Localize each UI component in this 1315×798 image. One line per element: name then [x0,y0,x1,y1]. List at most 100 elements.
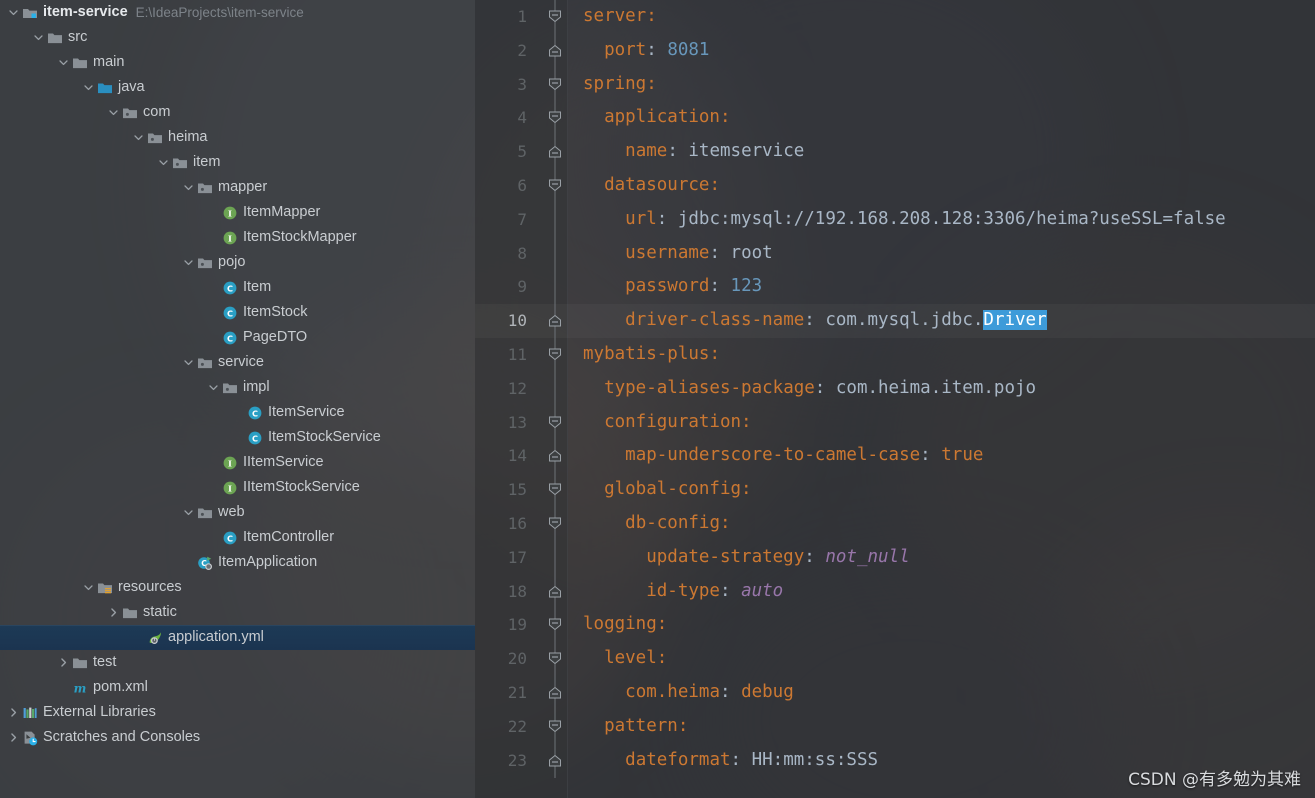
fold-marker-icon[interactable] [547,337,567,372]
code-line[interactable]: 16 db-config: [475,506,1315,541]
tree-item-itemstock[interactable]: C ItemStock [0,300,475,325]
fold-marker-icon[interactable] [547,101,567,136]
chevron-down-icon[interactable] [6,0,21,25]
svg-text:I: I [228,483,232,493]
tree-item-pojo[interactable]: pojo [0,250,475,275]
code-line[interactable]: 20 level: [475,642,1315,677]
fold-marker-icon[interactable] [547,709,567,744]
chevron-down-icon[interactable] [81,75,96,100]
tree-item-external-libraries[interactable]: External Libraries [0,700,475,725]
fold-marker-icon[interactable] [547,439,567,474]
chevron-down-icon[interactable] [181,250,196,275]
fold-marker-icon[interactable] [547,135,567,170]
code-line[interactable]: 11 mybatis-plus: [475,337,1315,372]
fold-marker-icon[interactable] [547,642,567,677]
tree-item-label: static [143,604,177,620]
tree-item-java[interactable]: java [0,75,475,100]
tree-item-itemmapper[interactable]: I ItemMapper [0,200,475,225]
code-line[interactable]: 22 pattern: [475,709,1315,744]
chevron-down-icon[interactable] [156,150,171,175]
chevron-down-icon[interactable] [181,500,196,525]
chevron-right-icon[interactable] [106,600,121,625]
code-line[interactable]: 6 datasource: [475,168,1315,203]
chevron-down-icon[interactable] [56,50,71,75]
chevron-right-icon[interactable] [6,725,21,750]
tree-item-impl[interactable]: impl [0,375,475,400]
code-line[interactable]: 5 name: itemservice [475,135,1315,170]
class-icon: C [246,400,264,425]
tree-item-main[interactable]: main [0,50,475,75]
code-line[interactable]: 8 username: root [475,236,1315,271]
fold-marker-icon[interactable] [547,67,567,102]
fold-marker-icon[interactable] [547,743,567,778]
tree-item-scratches-and-consoles[interactable]: Scratches and Consoles [0,725,475,750]
chevron-down-icon[interactable] [106,100,121,125]
fold-marker-icon[interactable] [547,608,567,643]
code-line[interactable]: 21 com.heima: debug [475,675,1315,710]
tree-item-itemservice[interactable]: C ItemService [0,400,475,425]
code-line[interactable]: 3 spring: [475,67,1315,102]
chevron-down-icon[interactable] [206,375,221,400]
tree-item-application-yml[interactable]: application.yml [0,625,475,650]
chevron-down-icon[interactable] [81,575,96,600]
tree-item-item[interactable]: item [0,150,475,175]
project-tree-panel[interactable]: item-service E:\IdeaProjects\item-service… [0,0,475,798]
code-line[interactable]: 10 driver-class-name: com.mysql.jdbc.Dri… [475,304,1315,339]
interface-icon: I [221,450,239,475]
tree-item-itemstockservice[interactable]: C ItemStockService [0,425,475,450]
fold-marker-icon[interactable] [547,33,567,68]
tree-item-label: ItemStockMapper [243,229,357,245]
tree-item-iitemstockservice[interactable]: I IItemStockService [0,475,475,500]
code-line[interactable]: 7 url: jdbc:mysql://192.168.208.128:3306… [475,202,1315,237]
tree-item-itemcontroller[interactable]: C ItemController [0,525,475,550]
tree-item-heima[interactable]: heima [0,125,475,150]
tree-item-mapper[interactable]: mapper [0,175,475,200]
tree-item-static[interactable]: static [0,600,475,625]
code-line[interactable]: 4 application: [475,101,1315,136]
fold-marker-icon[interactable] [547,473,567,508]
tree-item-iitemservice[interactable]: I IItemService [0,450,475,475]
code-line[interactable]: 2 port: 8081 [475,33,1315,68]
code-line[interactable]: 14 map-underscore-to-camel-case: true [475,439,1315,474]
tree-item-resources[interactable]: resources [0,575,475,600]
fold-marker-icon[interactable] [547,506,567,541]
tree-item-pom-xml[interactable]: m pom.xml [0,675,475,700]
tree-item-service[interactable]: service [0,350,475,375]
tree-item-item-service[interactable]: item-service E:\IdeaProjects\item-service [0,0,475,25]
tree-item-test[interactable]: test [0,650,475,675]
code-line[interactable]: 18 id-type: auto [475,574,1315,609]
code-text: url: jdbc:mysql://192.168.208.128:3306/h… [625,208,1226,229]
code-line[interactable]: 13 configuration: [475,405,1315,440]
code-line[interactable]: 1 server: [475,0,1315,34]
tree-item-itemapplication[interactable]: C ItemApplication [0,550,475,575]
chevron-down-icon[interactable] [131,125,146,150]
chevron-down-icon[interactable] [181,350,196,375]
fold-marker-icon[interactable] [547,168,567,203]
code-line[interactable]: 17 update-strategy: not_null [475,540,1315,575]
tree-item-src[interactable]: src [0,25,475,50]
chevron-right-icon[interactable] [6,700,21,725]
package-icon [196,350,214,375]
code-line[interactable]: 12 type-aliases-package: com.heima.item.… [475,371,1315,406]
code-line[interactable]: 9 password: 123 [475,270,1315,305]
fold-marker-icon[interactable] [547,574,567,609]
chevron-down-icon[interactable] [31,25,46,50]
tree-item-com[interactable]: com [0,100,475,125]
code-lines[interactable]: 1 server: 2 port: 8081 3 spring: 4 applicatio… [475,0,1315,778]
fold-marker-icon[interactable] [547,304,567,339]
tree-item-item[interactable]: C Item [0,275,475,300]
chevron-right-icon[interactable] [56,650,71,675]
chevron-down-icon[interactable] [181,175,196,200]
code-text: username: root [625,242,773,263]
project-tree-list[interactable]: item-service E:\IdeaProjects\item-service… [0,0,475,750]
fold-marker-icon[interactable] [547,675,567,710]
tree-item-pagedto[interactable]: C PageDTO [0,325,475,350]
code-line[interactable]: 19 logging: [475,608,1315,643]
code-editor[interactable]: 1 server: 2 port: 8081 3 spring: 4 applicatio… [475,0,1315,798]
tree-item-itemstockmapper[interactable]: I ItemStockMapper [0,225,475,250]
code-line[interactable]: 15 global-config: [475,473,1315,508]
fold-marker-icon[interactable] [547,0,567,34]
fold-marker-icon[interactable] [547,405,567,440]
tree-item-web[interactable]: web [0,500,475,525]
